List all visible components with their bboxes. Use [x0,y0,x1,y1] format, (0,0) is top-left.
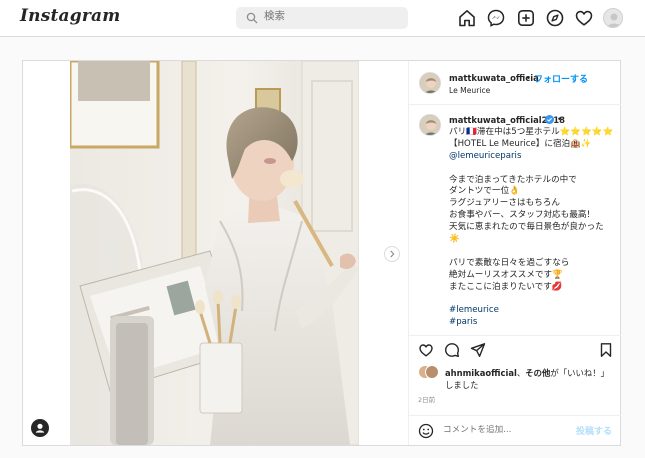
author-avatar-image [420,73,440,93]
caption-author-avatar[interactable] [419,114,441,136]
comment-box: 投稿する [409,415,621,445]
next-image-button[interactable] [384,246,400,262]
post-timestamp[interactable]: 2日前 [418,394,435,404]
post-dialog: mattkuwata_officia • フォローする Le Meurice m… [22,60,621,446]
caption-line: またここに泊まりたいです💋 [449,281,563,292]
caption-line [449,163,617,175]
caption-line: 絶対ムーリスオススメです🏆 [449,269,563,280]
activity-heart-icon[interactable] [574,8,594,28]
profile-avatar[interactable] [603,8,623,28]
mention-link[interactable]: @lemeuriceparis [449,151,617,163]
comment-icon[interactable] [444,342,460,358]
hashtag-link[interactable]: #paris [449,317,617,329]
caption-avatar-image [420,115,440,135]
post-location[interactable]: Le Meurice [449,86,490,95]
caption-line: パリで素敵な日々を過ごすなら [449,257,570,268]
verified-badge-icon [545,115,554,124]
hashtag-link[interactable]: #lemeurice [449,305,617,317]
comment-input[interactable] [443,425,563,435]
caption-line: 天気に恵まれたので毎日景色が良かった [449,222,604,233]
separator-dot: • [526,73,531,83]
post-photo [70,61,359,445]
post-actions [409,335,621,361]
likes-line-1: ahnmikaofficial、その他が「いいね！」 [445,367,609,379]
search-box[interactable] [236,7,408,29]
separator-dot: • [557,114,562,124]
messenger-icon[interactable] [486,8,506,28]
caption-text: パリ🇫🇷滞在中は5つ星ホテル⭐⭐⭐⭐⭐ 【HOTEL Le Meurice】に宿… [449,127,617,329]
follow-button[interactable]: フォローする [534,72,588,85]
post-media[interactable] [23,61,408,445]
caption-line: お食事やバー、スタッフ対応も最高！ [449,210,596,221]
caption-line [449,246,617,258]
post-caption: mattkuwata_official2018 • パリ🇫🇷滞在中は5つ星ホテル… [409,105,621,335]
home-icon[interactable] [457,8,477,28]
caption-line: 【HOTEL Le Meurice】に宿泊🏨✨ [449,138,592,149]
tagged-users-icon[interactable] [31,419,49,437]
search-input[interactable] [264,10,394,22]
likes-separator: 、 [516,368,526,378]
top-navigation-bar: Instagram [0,0,645,37]
post-comment-button[interactable]: 投稿する [576,424,612,437]
search-icon [246,12,258,24]
caption-line: 今まで泊まってきたホテルの中で [449,174,577,185]
likes-summary: ahnmikaofficial、その他が「いいね！」 しました [418,361,618,391]
liker-avatar[interactable] [425,365,439,379]
instagram-logo[interactable]: Instagram [20,6,120,26]
caption-line: ラグジュアリーさはもちろん [449,198,560,209]
caption-line: ダントツで一位👌 [449,186,520,197]
author-avatar[interactable] [419,72,441,94]
caption-line: ☀️ [449,234,460,245]
likes-suffix: が「いいね！」 [550,368,609,378]
explore-icon[interactable] [545,8,565,28]
caption-line [449,293,617,305]
profile-placeholder-icon [607,13,621,27]
share-icon[interactable] [470,342,486,358]
post-side-panel: mattkuwata_officia • フォローする Le Meurice m… [408,61,621,445]
likes-others-link[interactable]: その他 [525,368,550,378]
like-heart-icon[interactable] [418,342,434,358]
liker-username[interactable]: ahnmikaofficial [445,368,517,378]
new-post-icon[interactable] [516,8,536,28]
save-bookmark-icon[interactable] [598,342,614,358]
likes-line-2: しました [445,380,479,390]
post-header: mattkuwata_officia • フォローする Le Meurice [409,61,621,105]
caption-line: パリ🇫🇷滞在中は5つ星ホテル⭐⭐⭐⭐⭐ [449,127,614,137]
emoji-icon[interactable] [418,423,434,439]
